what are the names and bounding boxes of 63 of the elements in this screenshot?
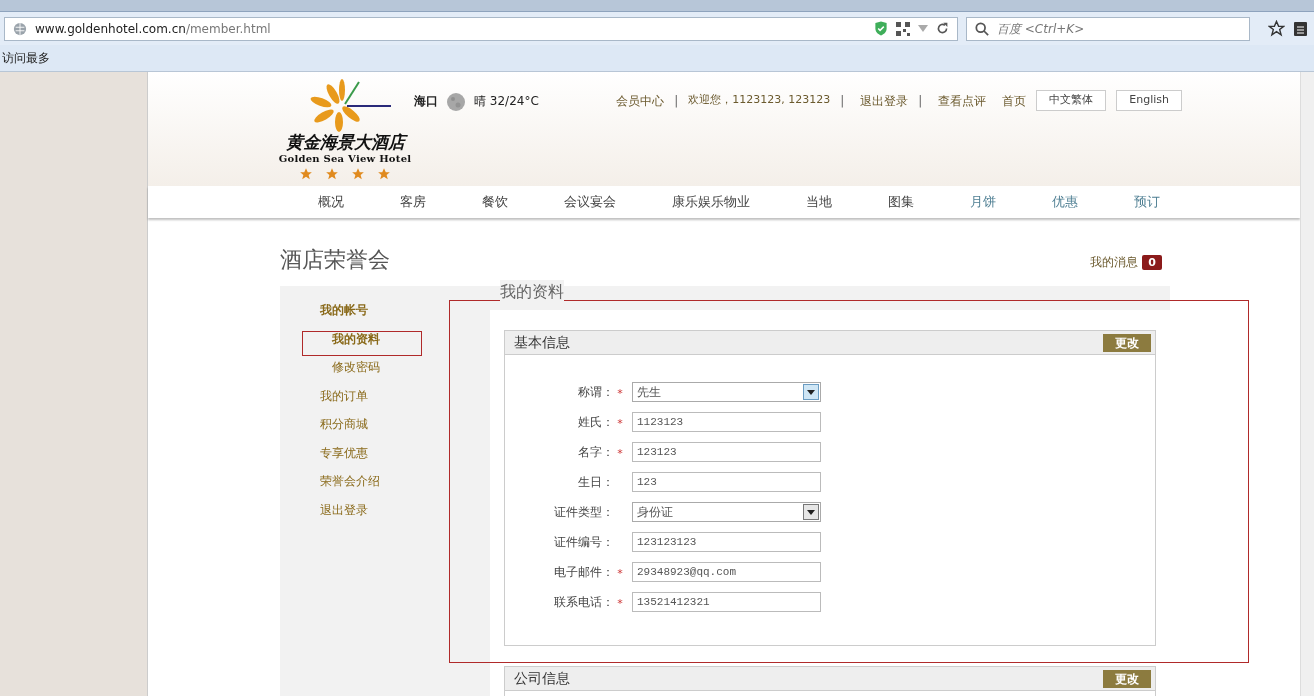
separator: | bbox=[674, 93, 679, 110]
required-mark: * bbox=[617, 447, 623, 460]
nav-link[interactable]: 概况 bbox=[318, 192, 344, 212]
field-label: 证件编号： bbox=[554, 534, 614, 551]
text-field[interactable]: 123 bbox=[632, 472, 821, 492]
sidebar-link[interactable]: 退出登录 bbox=[320, 499, 490, 528]
field-label: 证件类型： bbox=[554, 504, 614, 521]
weather-text: 晴 32/24°C bbox=[474, 93, 539, 110]
sidebar-link[interactable]: 我的帐号 bbox=[320, 300, 490, 329]
nav-link[interactable]: 餐饮 bbox=[482, 192, 508, 212]
panel-title: 基本信息 bbox=[514, 333, 570, 352]
separator: | bbox=[918, 93, 923, 110]
text-field[interactable]: 123123 bbox=[632, 442, 821, 462]
nav-link[interactable]: 月饼 bbox=[970, 192, 996, 212]
nav-link[interactable]: 客房 bbox=[400, 192, 426, 212]
header-link[interactable]: 退出登录 bbox=[860, 92, 909, 110]
bookmark-item[interactable]: 访问最多 bbox=[2, 49, 50, 67]
sidebar-sublink[interactable]: 我的资料 bbox=[320, 328, 490, 357]
required-mark: * bbox=[617, 387, 623, 400]
select-field[interactable]: 先生 bbox=[632, 382, 821, 402]
sidebar-link[interactable]: 专享优惠 bbox=[320, 442, 490, 471]
field-label: 生日： bbox=[578, 474, 614, 491]
page-title: 酒店荣誉会 bbox=[280, 245, 390, 274]
field-label: 名字： bbox=[578, 444, 614, 461]
text-field[interactable]: 123123123 bbox=[632, 532, 821, 552]
sidebar-link[interactable]: 积分商城 bbox=[320, 414, 490, 443]
logo-english-name: Golden Sea View Hotel bbox=[278, 152, 412, 166]
required-mark: * bbox=[617, 417, 623, 430]
sidebar-link[interactable]: 荣誉会介绍 bbox=[320, 471, 490, 500]
header-link[interactable]: 会员中心 bbox=[616, 92, 665, 110]
sidebar-link[interactable]: 我的订单 bbox=[320, 385, 490, 414]
separator: | bbox=[840, 93, 845, 110]
panel-title: 公司信息 bbox=[514, 669, 570, 688]
text-field[interactable]: 13521412321 bbox=[632, 592, 821, 612]
header-link[interactable]: 首页 bbox=[1002, 92, 1027, 110]
section-title: 我的资料 bbox=[500, 280, 564, 304]
message-count-badge: 0 bbox=[1142, 254, 1162, 270]
select-field[interactable]: 身份证 bbox=[632, 502, 821, 522]
city-name: 海口 bbox=[414, 93, 438, 110]
required-mark: * bbox=[617, 567, 623, 580]
language-button[interactable]: English bbox=[1116, 90, 1182, 111]
text-field[interactable]: 29348923@qq.com bbox=[632, 562, 821, 582]
edit-button[interactable]: 更改 bbox=[1103, 669, 1151, 688]
field-label: 姓氏： bbox=[578, 414, 614, 431]
nav-link[interactable]: 预订 bbox=[1134, 192, 1160, 212]
nav-link[interactable]: 图集 bbox=[888, 192, 914, 212]
field-label: 称谓： bbox=[578, 384, 614, 401]
nav-link[interactable]: 康乐娱乐物业 bbox=[672, 192, 750, 212]
field-label: 电子邮件： bbox=[554, 564, 614, 581]
text-field[interactable]: 1123123 bbox=[632, 412, 821, 432]
sidebar-sublink[interactable]: 修改密码 bbox=[320, 357, 490, 386]
welcome-text: 欢迎您，1123123, 123123 bbox=[688, 92, 831, 108]
language-button[interactable]: 中文繁体 bbox=[1036, 90, 1107, 111]
field-label: 联系电话： bbox=[554, 594, 614, 611]
nav-link[interactable]: 优惠 bbox=[1052, 192, 1078, 212]
required-mark: * bbox=[617, 597, 623, 610]
nav-link[interactable]: 会议宴会 bbox=[564, 192, 616, 212]
search-field[interactable]: 百度 <Ctrl+K> bbox=[966, 16, 1250, 41]
address-field[interactable]: www.goldenhotel.com.cn/member.html bbox=[35, 19, 271, 38]
messages-link[interactable]: 我的消息 bbox=[1090, 253, 1139, 271]
header-link[interactable]: 查看点评 bbox=[938, 92, 987, 110]
edit-button[interactable]: 更改 bbox=[1103, 333, 1151, 352]
nav-link[interactable]: 当地 bbox=[806, 192, 832, 212]
